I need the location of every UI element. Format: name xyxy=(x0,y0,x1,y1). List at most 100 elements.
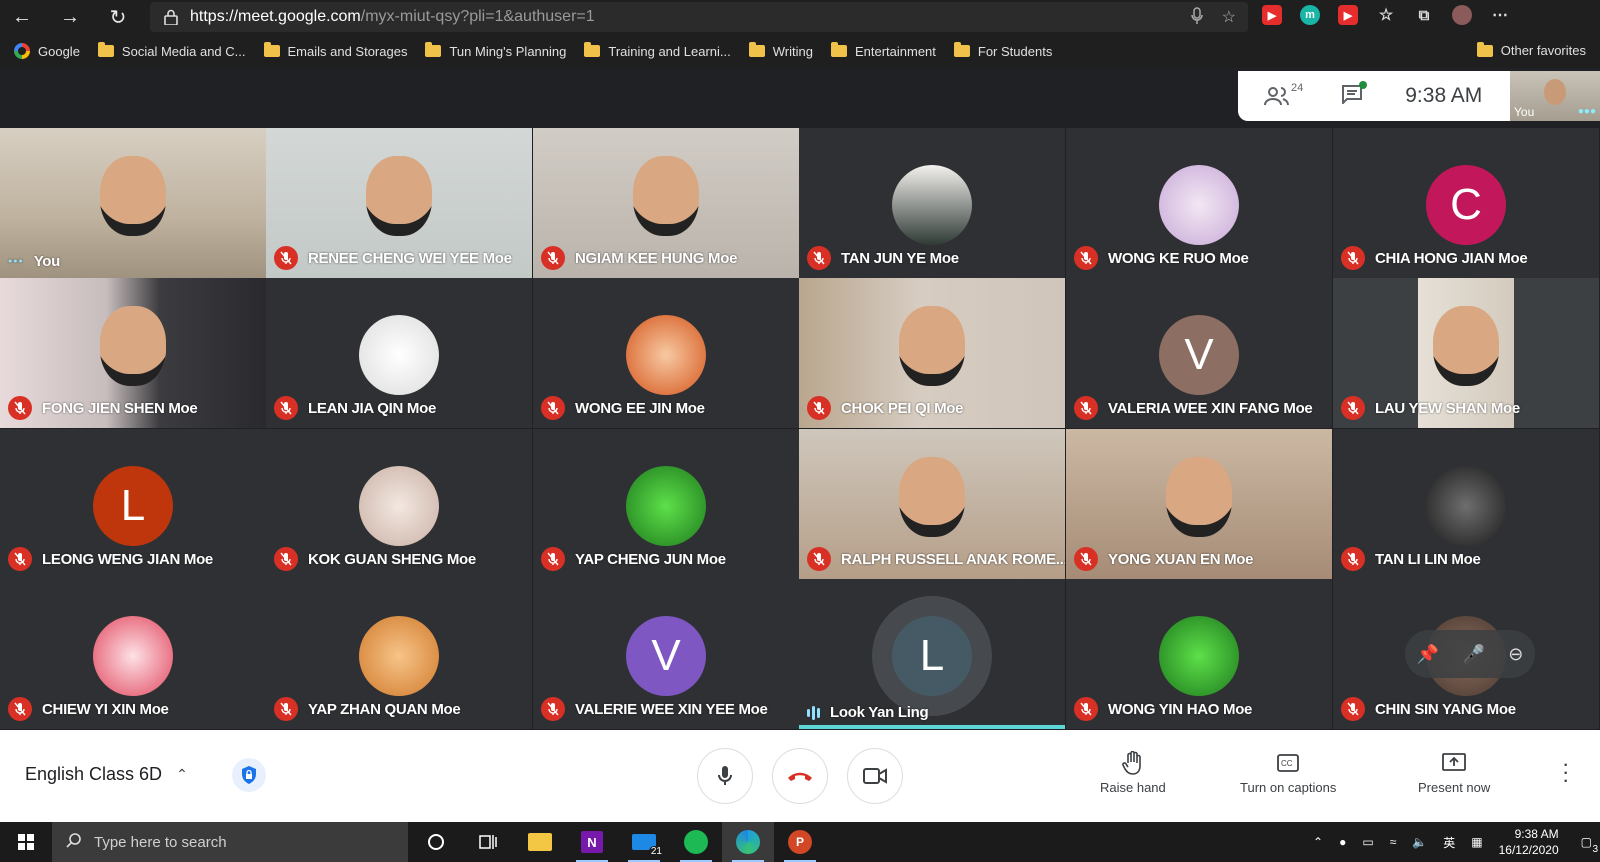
participant-tile[interactable]: LEAN JIA QIN Moe xyxy=(266,278,532,428)
pin-icon[interactable]: 📌 xyxy=(1417,644,1439,665)
extension-play-icon[interactable]: ▶ xyxy=(1338,5,1358,25)
other-favorites[interactable]: Other favorites xyxy=(1476,41,1586,58)
back-icon[interactable]: ← xyxy=(0,0,44,34)
participant-tile[interactable]: WONG KE RUO Moe xyxy=(1066,128,1332,278)
windows-start-button[interactable] xyxy=(0,822,52,862)
browser-menu-icon[interactable]: ⋯ xyxy=(1490,5,1510,25)
collections-icon[interactable]: ⧉ xyxy=(1414,5,1434,25)
chat-button[interactable] xyxy=(1341,80,1368,109)
participant-name-row: LEAN JIA QIN Moe xyxy=(274,396,436,420)
participant-face xyxy=(100,306,166,386)
participant-tile[interactable]: TAN JUN YE Moe xyxy=(799,128,1065,278)
wifi-icon[interactable]: ≈ xyxy=(1390,835,1397,849)
participant-tile[interactable]: LAU YEW SHAN Moe xyxy=(1333,278,1599,428)
onenote-icon[interactable]: N xyxy=(566,822,618,862)
bookmark-folder[interactable]: Writing xyxy=(748,42,813,59)
more-options-icon[interactable]: · · · xyxy=(1562,753,1569,791)
favorites-icon[interactable]: ☆ xyxy=(1376,5,1396,25)
task-view-icon[interactable] xyxy=(462,822,514,862)
self-view-thumbnail[interactable]: You ●●● xyxy=(1510,71,1600,121)
participant-name: Look Yan Ling xyxy=(830,704,929,721)
participant-tile[interactable]: CHIEW YI XIN Moe xyxy=(0,579,266,729)
taskbar-clock[interactable]: 9:38 AM 16/12/2020 xyxy=(1499,826,1559,858)
participant-tile[interactable]: L LEONG WENG JIAN Moe xyxy=(0,429,266,579)
meeting-name: English Class 6D xyxy=(25,764,163,784)
participant-tile[interactable]: YONG XUAN EN Moe xyxy=(1066,429,1332,579)
star-icon[interactable]: ☆ xyxy=(1222,7,1236,30)
participant-tile[interactable]: CHOK PEI QI Moe xyxy=(799,278,1065,428)
ime-indicator[interactable]: 英 xyxy=(1443,834,1455,851)
search-placeholder: Type here to search xyxy=(94,833,227,851)
meeting-details-toggle[interactable]: English Class 6D ⌃ xyxy=(25,764,188,785)
bookmark-folder[interactable]: Tun Ming's Planning xyxy=(425,42,566,59)
microphone-button[interactable] xyxy=(697,748,753,804)
participant-tile[interactable]: ●●● You xyxy=(0,128,266,278)
folder-icon xyxy=(584,42,601,57)
bookmark-google[interactable]: Google xyxy=(14,43,80,59)
powerpoint-icon[interactable]: P xyxy=(774,822,826,862)
bookmark-folder[interactable]: Social Media and C... xyxy=(97,42,246,59)
participant-avatar xyxy=(359,616,439,696)
participant-name-row: RALPH RUSSELL ANAK ROME... xyxy=(807,547,1065,571)
bookmark-folder[interactable]: Entertainment xyxy=(830,42,936,59)
bookmark-folder[interactable]: Emails and Storages xyxy=(263,42,407,59)
participant-tile[interactable]: TAN LI LIN Moe xyxy=(1333,429,1599,579)
participant-tile[interactable]: WONG EE JIN Moe xyxy=(533,278,799,428)
address-bar[interactable]: https://meet.google.com/myx-miut-qsy?pli… xyxy=(150,2,1248,32)
chevron-up-icon[interactable]: ⌃ xyxy=(1313,835,1323,849)
participant-tile[interactable]: KOK GUAN SHENG Moe xyxy=(266,429,532,579)
participant-tile[interactable]: V VALERIA WEE XIN FANG Moe xyxy=(1066,278,1332,428)
participant-tile[interactable]: C CHIA HONG JIAN Moe xyxy=(1333,128,1599,278)
cortana-icon[interactable] xyxy=(410,822,462,862)
refresh-icon[interactable]: ↻ xyxy=(96,0,140,34)
notifications-icon[interactable]: ▢ 3 xyxy=(1581,835,1598,855)
extension-red-icon[interactable]: ▶ xyxy=(1262,5,1282,25)
participant-tile[interactable]: YAP ZHAN QUAN Moe xyxy=(266,579,532,729)
participant-tile[interactable]: L Look Yan Ling xyxy=(799,579,1065,729)
participant-tile[interactable]: YAP CHENG JUN Moe xyxy=(533,429,799,579)
volume-icon[interactable]: 🔈 xyxy=(1412,835,1427,849)
participant-tile[interactable]: RENEE CHENG WEI YEE Moe xyxy=(266,128,532,278)
participant-avatar xyxy=(359,315,439,395)
participant-tile[interactable]: NGIAM KEE HUNG Moe xyxy=(533,128,799,278)
remove-icon[interactable]: ⊖ xyxy=(1508,644,1523,665)
shield-lock-icon[interactable] xyxy=(232,758,266,792)
battery-icon[interactable]: ▭ xyxy=(1362,835,1373,849)
camera-button[interactable] xyxy=(847,748,903,804)
mute-participant-icon[interactable]: 🎤 xyxy=(1462,644,1484,665)
participant-tile[interactable]: V VALERIE WEE XIN YEE Moe xyxy=(533,579,799,729)
bookmark-folder[interactable]: Training and Learni... xyxy=(584,42,731,59)
present-now-button[interactable]: Present now xyxy=(1418,750,1490,795)
people-button[interactable]: 24 xyxy=(1264,82,1303,106)
hand-icon xyxy=(1122,750,1144,776)
file-explorer-icon[interactable] xyxy=(514,822,566,862)
participant-name-row: NGIAM KEE HUNG Moe xyxy=(541,246,737,270)
participant-tile[interactable]: RALPH RUSSELL ANAK ROME... xyxy=(799,429,1065,579)
edge-icon[interactable] xyxy=(722,822,774,862)
more-options-icon[interactable]: ●●● xyxy=(8,258,24,265)
taskbar-search[interactable]: Type here to search xyxy=(52,822,408,862)
spotify-icon[interactable] xyxy=(670,822,722,862)
microphone-tray-icon[interactable]: ● xyxy=(1339,835,1346,849)
participant-name: WONG EE JIN Moe xyxy=(575,399,705,417)
participant-name-row: WONG EE JIN Moe xyxy=(541,396,705,420)
meeting-controls-bar: English Class 6D ⌃ Raise hand CC Turn on… xyxy=(0,730,1600,822)
participant-tile[interactable]: WONG YIN HAO Moe xyxy=(1066,579,1332,729)
extension-m-icon[interactable]: m xyxy=(1300,5,1320,25)
leave-call-button[interactable] xyxy=(772,748,828,804)
raise-hand-button[interactable]: Raise hand xyxy=(1100,750,1166,795)
profile-avatar[interactable] xyxy=(1452,5,1472,25)
participant-face xyxy=(1433,306,1499,386)
microphone-icon[interactable] xyxy=(1190,7,1204,30)
participant-tile[interactable]: FONG JIEN SHEN Moe xyxy=(0,278,266,428)
bookmark-folder[interactable]: For Students xyxy=(953,42,1052,59)
ime-mode-icon[interactable]: ▦ xyxy=(1471,835,1482,849)
mic-off-icon xyxy=(541,697,565,721)
participant-name: FONG JIEN SHEN Moe xyxy=(42,399,198,417)
speaking-indicator-icon xyxy=(807,705,820,720)
participant-name-row: YAP CHENG JUN Moe xyxy=(541,547,726,571)
participant-name: YAP ZHAN QUAN Moe xyxy=(308,700,461,718)
captions-button[interactable]: CC Turn on captions xyxy=(1240,750,1336,795)
mail-icon[interactable]: 21 xyxy=(618,822,670,862)
forward-icon[interactable]: → xyxy=(48,0,92,34)
